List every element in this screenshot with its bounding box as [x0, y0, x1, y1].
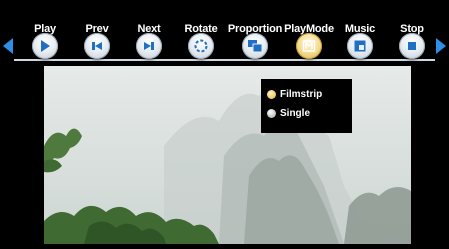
- radio-unselected-icon: [267, 109, 276, 118]
- rotate-icon: [194, 39, 208, 53]
- rotate-button[interactable]: [188, 33, 214, 59]
- stop-button[interactable]: [399, 33, 425, 59]
- playmode-option-single[interactable]: Single: [267, 104, 352, 123]
- prev-icon: [92, 42, 102, 50]
- landscape-photo: [44, 66, 411, 244]
- play-icon: [41, 40, 50, 52]
- music-button[interactable]: [347, 33, 373, 59]
- option-label: Filmstrip: [280, 89, 323, 100]
- play-button[interactable]: [32, 33, 58, 59]
- next-icon: [144, 42, 154, 50]
- stop-icon: [408, 42, 416, 50]
- slideshow-screen: Play Prev Next Rotate Proportion PlayMod…: [0, 0, 449, 249]
- playmode-menu: Filmstrip Single: [261, 79, 352, 133]
- option-label: Single: [280, 108, 311, 119]
- arrow-right-icon[interactable]: [436, 38, 446, 54]
- playmode-button[interactable]: [296, 33, 322, 59]
- arrow-left-icon[interactable]: [3, 38, 13, 54]
- proportion-button[interactable]: [242, 33, 268, 59]
- playmode-option-filmstrip[interactable]: Filmstrip: [267, 85, 352, 104]
- proportion-icon: [248, 40, 263, 53]
- next-button[interactable]: [136, 33, 162, 59]
- toolbar: Play Prev Next Rotate Proportion PlayMod…: [0, 0, 449, 66]
- prev-button[interactable]: [84, 33, 110, 59]
- music-icon: [354, 40, 366, 52]
- photo-viewport: [44, 66, 411, 244]
- toolbar-divider: [14, 59, 435, 61]
- playmode-icon: [302, 40, 316, 52]
- radio-selected-icon: [267, 90, 276, 99]
